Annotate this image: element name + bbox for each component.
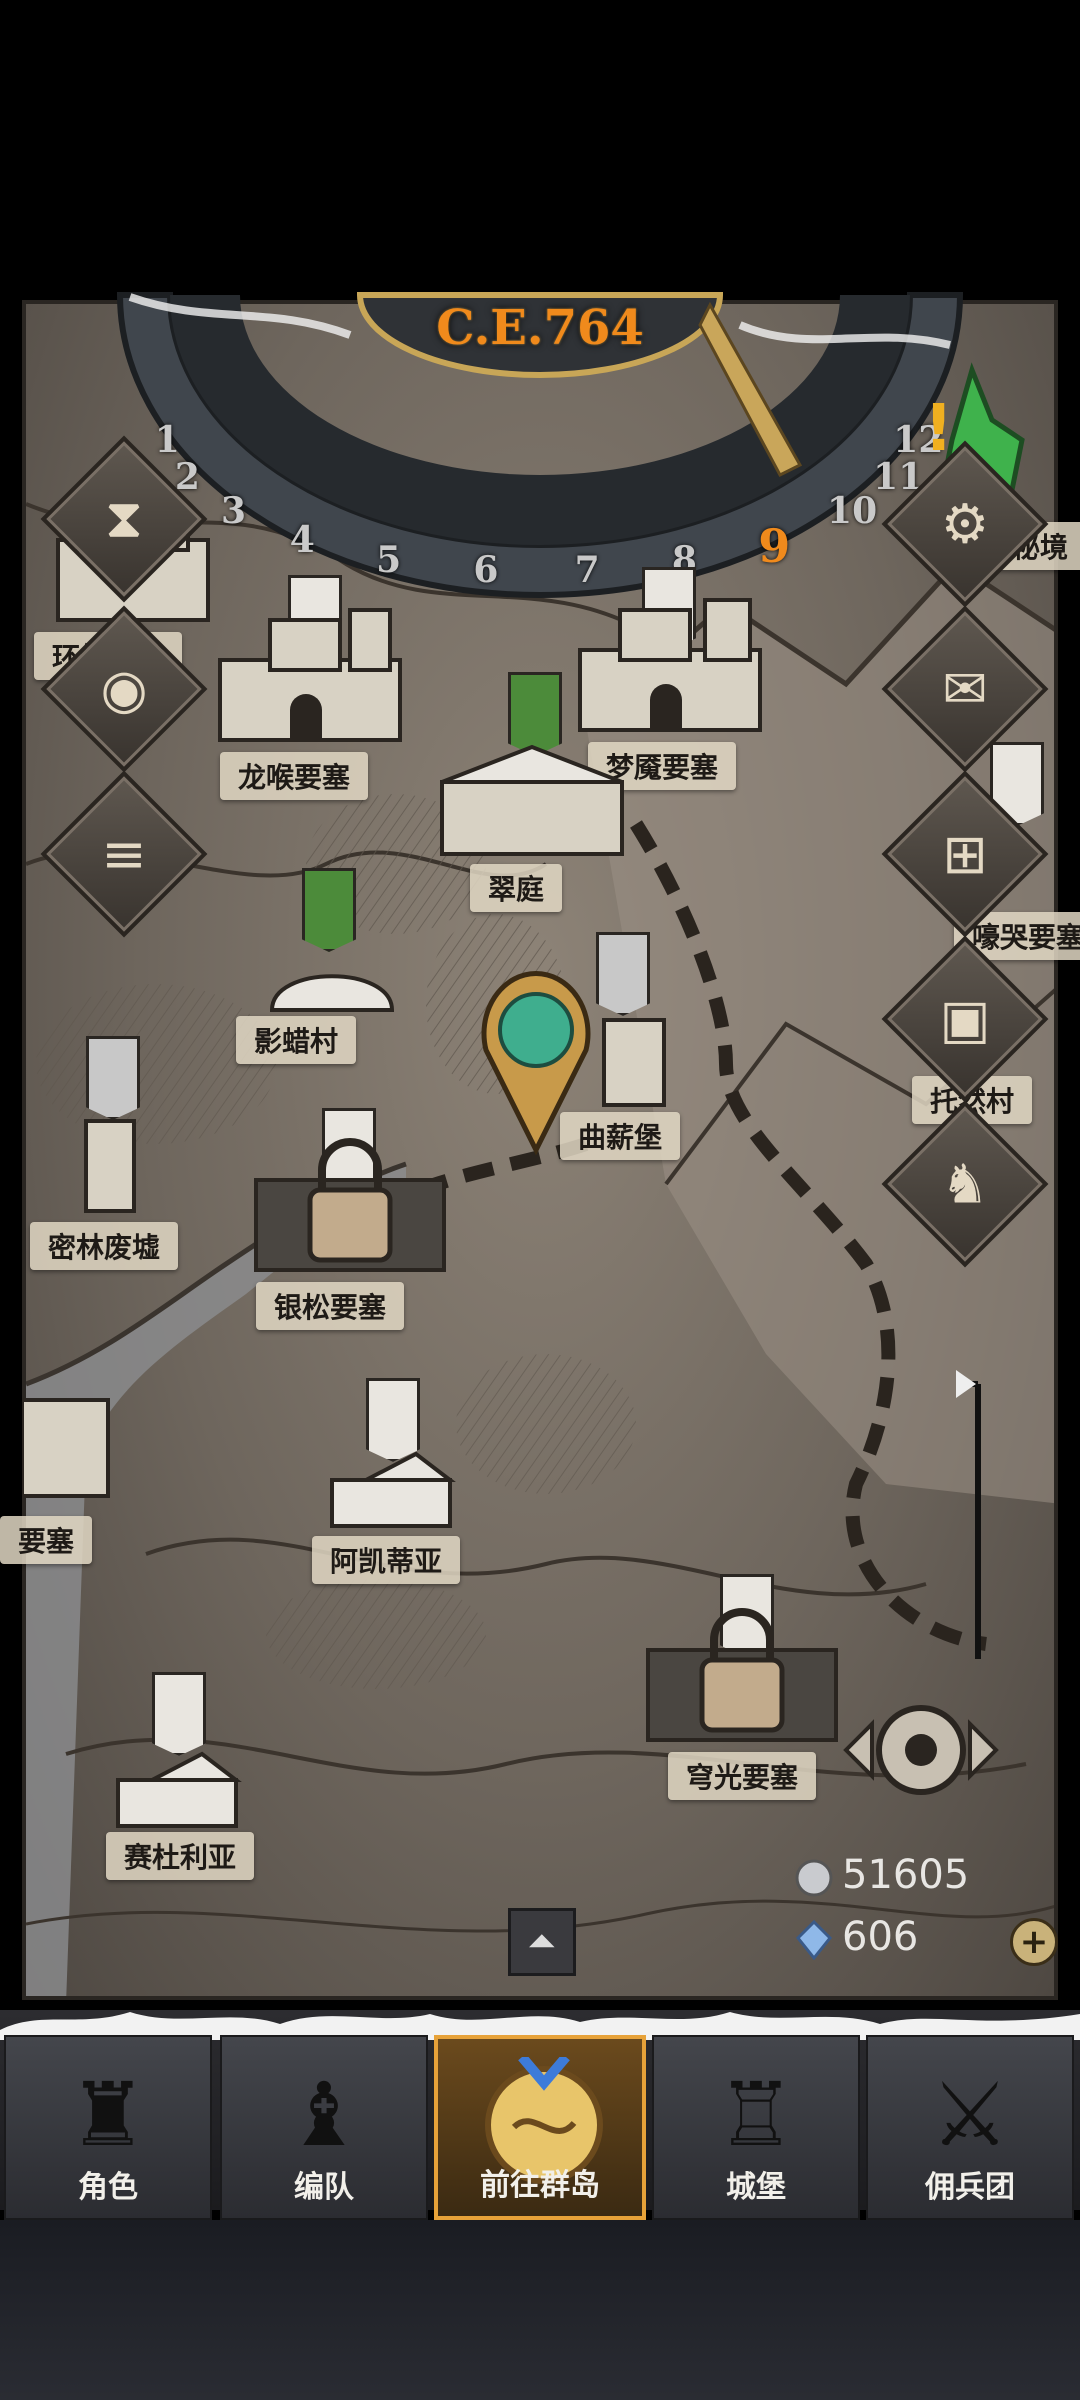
snow-trim [0,2012,1080,2040]
month-numeral: 10 [827,490,878,533]
manor-icon[interactable] [432,742,632,862]
locked-fortress-icon[interactable] [250,1130,450,1280]
collapse-up-icon: ⏶ [527,1921,557,1962]
location-label-milin[interactable]: 密林废墟 [30,1222,179,1270]
grid-map-icon: ⊞ [942,822,988,886]
collapse-button[interactable]: ⏶ [508,1908,576,1976]
crystal-icon [795,1920,833,1960]
location-label-akaidiya[interactable]: 阿凯蒂亚 [312,1536,461,1584]
month-numeral: 9 [758,518,791,573]
silver-amount: 51605 [842,1852,970,1898]
fortress-icon[interactable] [210,600,410,750]
month-numeral: 1 [154,418,180,461]
era-label: C.E.764 [436,300,644,356]
recenter-button[interactable] [836,1690,1006,1810]
player-location-marker-icon[interactable] [476,960,596,1160]
scroll-icon: ≡ [101,822,147,886]
tree-banner-icon [302,868,356,952]
knight-helm-icon: ♞ [940,1152,990,1216]
crate-icon: ▣ [939,987,991,1051]
tab-character[interactable]: ♜ 角色 [4,2035,212,2220]
castle-icon[interactable] [20,1360,112,1500]
crystal-amount: 606 [842,1914,919,1960]
location-label-yinglacun[interactable]: 影蜡村 [236,1016,357,1064]
month-numeral: 7 [574,548,600,591]
gear-icon: ⚙ [940,492,990,556]
location-label-saidu[interactable]: 赛杜利亚 [106,1832,255,1880]
village-icon[interactable] [262,945,402,1015]
top-spacer [0,0,1080,300]
month-numeral: 5 [376,538,402,581]
hourglass-icon: ⧗ [105,487,143,550]
knight-icon: ♜ [68,2063,148,2166]
banner-flag-icon [152,1672,206,1756]
fortress-icon[interactable] [570,590,770,740]
tab-mercenary[interactable]: ⚔ 佣兵团 [866,2035,1074,2220]
village-icon[interactable] [112,1750,242,1830]
tab-go-to-islands[interactable]: 前往群岛 [434,2035,646,2220]
location-label-partial[interactable]: 要塞 [0,1516,93,1564]
mercenary-icon: ⚔ [930,2063,1010,2166]
location-label-cuiting[interactable]: 翠庭 [470,864,563,912]
tab-formation[interactable]: ♝ 编队 [220,2035,428,2220]
castle-icon: ♖ [716,2063,796,2166]
location-label-qiongguang[interactable]: 穹光要塞 [668,1752,817,1800]
sun-banner-icon [86,1036,140,1120]
ruin-tower-icon[interactable] [80,1115,140,1215]
month-numeral: 4 [289,518,315,561]
tower-icon[interactable] [594,1010,674,1110]
tab-castle[interactable]: ♖ 城堡 [652,2035,860,2220]
location-label-yinsong[interactable]: 银松要塞 [256,1282,405,1330]
month-numeral: 6 [473,548,499,591]
locked-fortress-icon[interactable] [642,1600,842,1750]
silver-coin-icon [795,1859,833,1897]
month-numeral: 3 [220,490,247,533]
envelope-icon: ✉ [942,657,988,721]
bottom-padding [0,2220,1080,2400]
location-label-longhou[interactable]: 龙喉要塞 [220,752,369,800]
money-bag-icon: ◉ [100,657,148,721]
helmet-icon: ♝ [284,2063,364,2166]
village-icon[interactable] [326,1450,456,1530]
sun-banner-icon [596,932,650,1016]
add-currency-button[interactable]: + [1010,1918,1058,1966]
